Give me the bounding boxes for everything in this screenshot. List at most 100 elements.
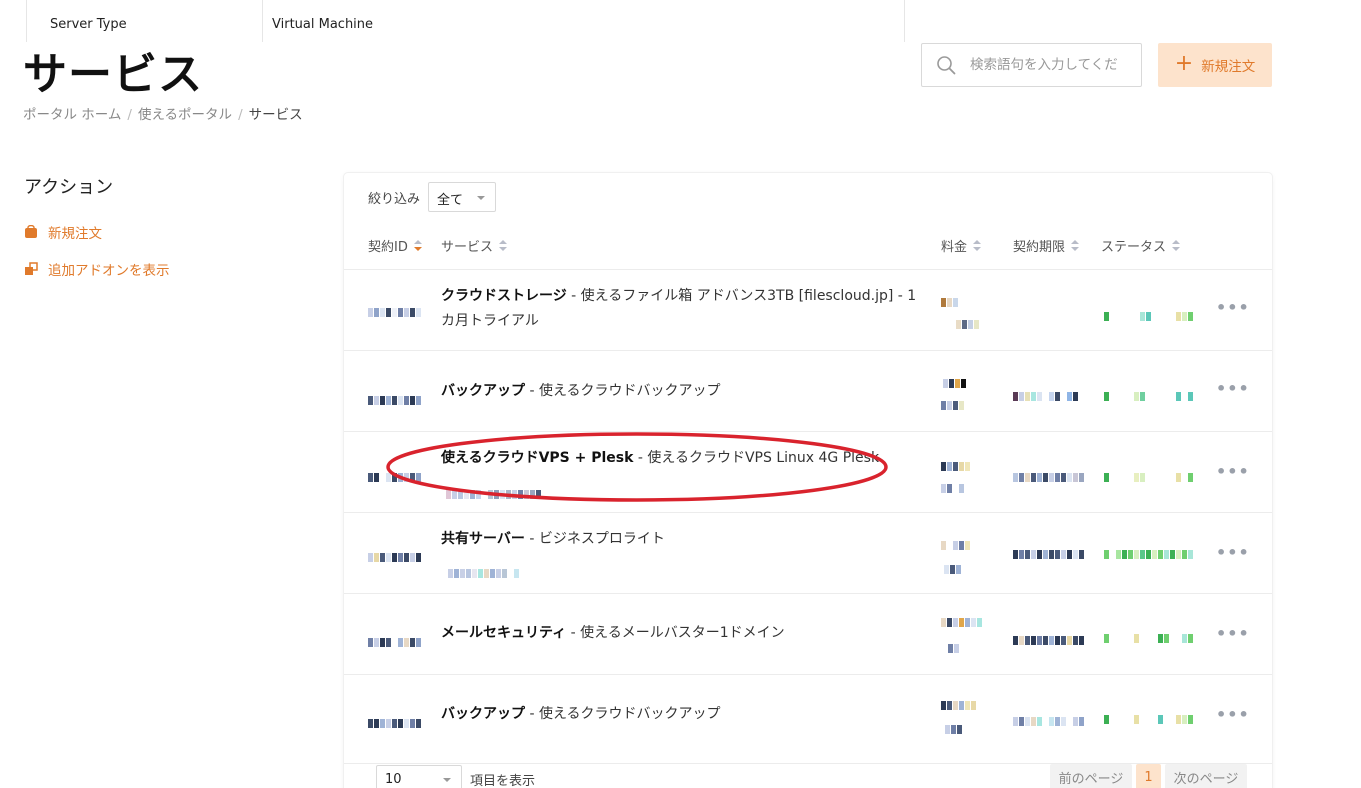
redacted-id <box>368 713 422 728</box>
breadcrumb-separator: / <box>127 107 132 123</box>
more-actions-button[interactable]: ••• <box>1216 379 1250 398</box>
column-header-due[interactable]: 契約期限 <box>1013 236 1080 255</box>
more-actions-button[interactable]: ••• <box>1216 543 1250 562</box>
sort-icon <box>499 239 508 252</box>
column-header-price[interactable]: 料金 <box>941 236 982 255</box>
column-header-label: サービス <box>441 240 494 255</box>
service-detail: - 使えるクラウドバックアップ <box>525 706 721 722</box>
sort-icon <box>1172 239 1181 252</box>
column-header-label: 契約ID <box>368 240 408 255</box>
service-product: 共有サーバー <box>441 531 525 547</box>
new-order-button[interactable]: + 新規注文 <box>1158 43 1272 87</box>
next-page-button[interactable]: 次のページ <box>1165 764 1247 788</box>
redacted-id <box>368 547 422 562</box>
status-badge <box>1104 628 1194 643</box>
service-product: 使えるクラウドVPS + Plesk <box>441 450 634 466</box>
server-info-strip: Server Type Virtual Machine <box>0 0 905 42</box>
status-badge <box>1104 306 1194 321</box>
current-page-button[interactable]: 1 <box>1136 764 1161 788</box>
service-product: メールセキュリティ <box>441 625 567 641</box>
search-icon <box>937 56 956 75</box>
server-type-value-cell: Virtual Machine <box>263 0 905 42</box>
filter-select[interactable]: 全て <box>428 182 496 212</box>
per-page-select[interactable]: 10 <box>376 765 462 788</box>
more-actions-button[interactable]: ••• <box>1216 298 1250 317</box>
search-box[interactable] <box>921 43 1142 87</box>
service-name[interactable]: クラウドストレージ - 使えるファイル箱 アドバンス3TB [filesclou… <box>441 284 927 334</box>
breadcrumb-home[interactable]: ポータル ホーム <box>23 107 121 123</box>
column-header-label: 契約期限 <box>1013 240 1066 255</box>
redacted-price <box>944 559 962 574</box>
chevron-down-icon <box>477 196 485 200</box>
service-name[interactable]: バックアップ - 使えるクラウドバックアップ <box>441 379 927 404</box>
service-detail: - ビジネスプロライト <box>524 531 665 547</box>
redacted-price <box>941 395 965 410</box>
column-header-status[interactable]: ステータス <box>1101 236 1181 255</box>
column-header-id[interactable]: 契約ID <box>368 236 422 255</box>
service-detail: - 使えるクラウドVPS Linux 4G Plesk <box>633 450 880 466</box>
column-header-service[interactable]: サービス <box>441 236 508 255</box>
breadcrumb-portal[interactable]: 使えるポータル <box>138 107 232 123</box>
service-name[interactable]: メールセキュリティ - 使えるメールバスター1ドメイン <box>441 621 927 646</box>
redacted-price <box>941 478 965 493</box>
table-row[interactable]: メールセキュリティ - 使えるメールバスター1ドメイン ••• <box>344 593 1272 674</box>
more-actions-button[interactable]: ••• <box>1216 705 1250 724</box>
per-page-label: 項目を表示 <box>470 774 536 788</box>
redacted-domain <box>448 563 520 578</box>
server-type-cell: Server Type <box>26 0 263 42</box>
search-input[interactable] <box>970 54 1135 76</box>
server-type-label: Server Type <box>50 17 127 32</box>
filter-select-value: 全て <box>437 193 464 208</box>
redacted-price <box>941 535 971 550</box>
plus-icon: + <box>1174 51 1194 76</box>
redacted-id <box>368 467 422 482</box>
service-product: バックアップ <box>441 706 525 722</box>
service-detail: - 使えるクラウドバックアップ <box>525 383 721 399</box>
table-row[interactable]: クラウドストレージ - 使えるファイル箱 アドバンス3TB [filesclou… <box>344 269 1272 350</box>
service-detail: - 使えるメールバスター1ドメイン <box>566 625 785 641</box>
table-row[interactable]: 共有サーバー - ビジネスプロライト ••• <box>344 512 1272 593</box>
status-badge <box>1104 386 1194 401</box>
sort-icon <box>413 239 422 252</box>
service-name[interactable]: 共有サーバー - ビジネスプロライト <box>441 527 927 552</box>
sort-icon <box>1071 239 1080 252</box>
prev-page-button[interactable]: 前のページ <box>1050 764 1132 788</box>
table-row[interactable]: バックアップ - 使えるクラウドバックアップ ••• <box>344 350 1272 431</box>
redacted-id <box>368 390 422 405</box>
new-order-button-label: 新規注文 <box>1201 59 1256 75</box>
actions-heading: アクション <box>24 177 114 198</box>
service-product: クラウドストレージ <box>441 288 567 304</box>
redacted-price <box>948 638 960 653</box>
filter-label: 絞り込み <box>368 192 421 207</box>
redacted-price <box>943 373 967 388</box>
cart-icon <box>25 225 37 238</box>
redacted-date <box>1013 630 1085 645</box>
more-actions-button[interactable]: ••• <box>1216 624 1250 643</box>
status-badge <box>1104 467 1194 482</box>
redacted-domain <box>446 484 542 499</box>
addons-icon <box>25 262 38 275</box>
table-row[interactable]: 使えるクラウドVPS + Plesk - 使えるクラウドVPS Linux 4G… <box>344 431 1272 512</box>
redacted-date <box>1013 386 1079 401</box>
status-badge <box>1104 709 1194 724</box>
redacted-id <box>368 632 422 647</box>
table-row[interactable]: バックアップ - 使えるクラウドバックアップ ••• <box>344 674 1272 755</box>
sidebar-item-addons[interactable]: 追加アドオンを表示 <box>24 259 170 279</box>
redacted-price <box>945 719 963 734</box>
breadcrumb: ポータル ホーム / 使えるポータル / サービス <box>23 103 303 123</box>
more-actions-button[interactable]: ••• <box>1216 462 1250 481</box>
column-header-label: ステータス <box>1101 240 1167 255</box>
services-page: Server Type Virtual Machine サービス ポータル ホー… <box>0 0 1361 788</box>
breadcrumb-separator: / <box>238 107 243 123</box>
redacted-price <box>956 314 980 329</box>
services-table-panel: 絞り込み 全て 契約ID サービス 料金 契約期限 ステータス クラウドストレー… <box>344 173 1272 788</box>
service-name[interactable]: バックアップ - 使えるクラウドバックアップ <box>441 702 927 727</box>
redacted-date <box>1013 544 1085 559</box>
redacted-price <box>941 456 971 471</box>
sidebar-item-new-order[interactable]: 新規注文 <box>24 222 102 242</box>
redacted-price <box>941 612 983 627</box>
per-page-value: 10 <box>385 772 402 787</box>
redacted-price <box>941 695 977 710</box>
service-name[interactable]: 使えるクラウドVPS + Plesk - 使えるクラウドVPS Linux 4G… <box>441 446 927 471</box>
sidebar-item-label: 追加アドオンを表示 <box>48 263 170 279</box>
